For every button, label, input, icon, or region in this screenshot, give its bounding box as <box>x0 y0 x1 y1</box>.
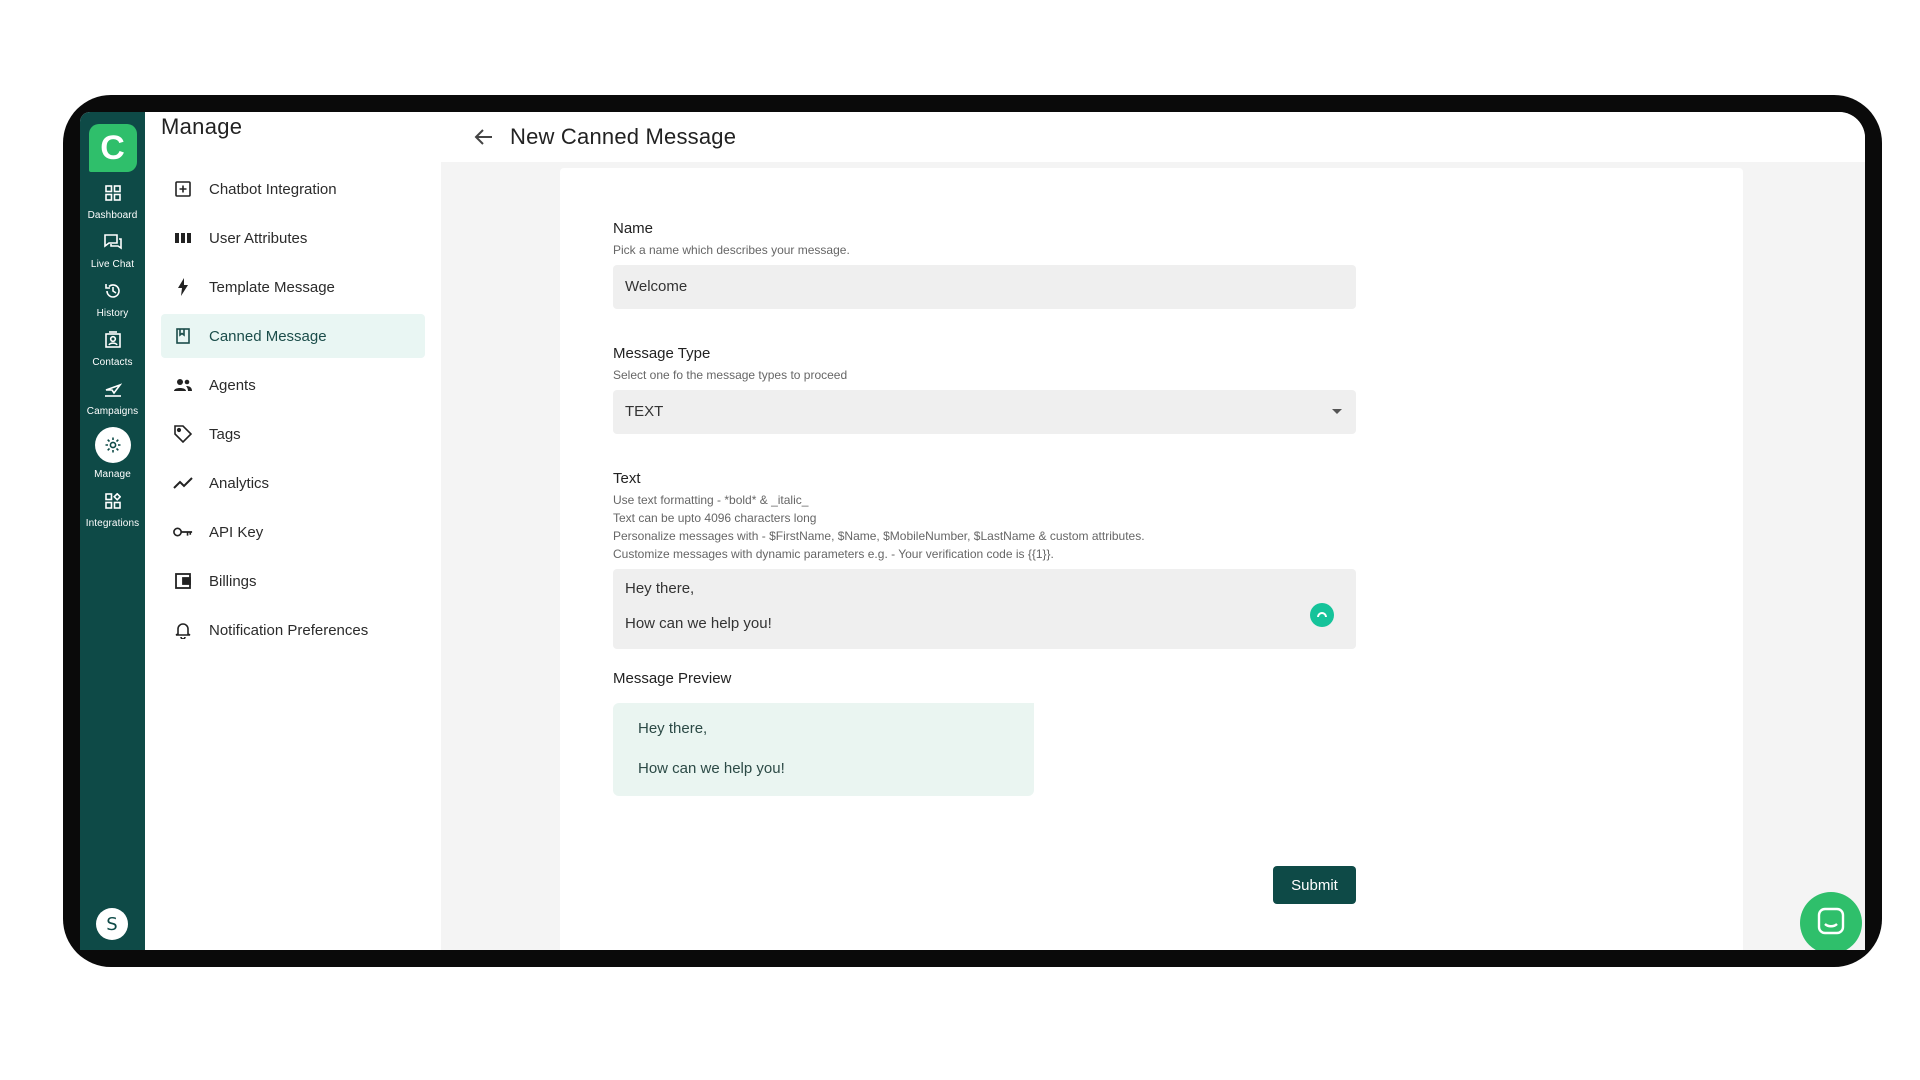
text-help-line: Customize messages with dynamic paramete… <box>613 547 1054 561</box>
icon-rail: C Dashboard Live Chat History Contacts C… <box>80 112 145 950</box>
rail-item-label: Contacts <box>92 357 133 368</box>
rail-item-dashboard[interactable]: Dashboard <box>80 182 145 221</box>
text-help: Use text formatting - *bold* & _italic_ … <box>613 491 1356 563</box>
menu-item-api-key[interactable]: API Key <box>161 510 425 554</box>
menu-item-label: API Key <box>209 523 264 541</box>
name-field: Name Pick a name which describes your me… <box>613 220 1356 309</box>
menu-item-tags[interactable]: Tags <box>161 412 425 456</box>
rail-item-manage[interactable]: Manage <box>80 427 145 480</box>
menu-item-label: Chatbot Integration <box>209 180 337 198</box>
app-logo[interactable]: C <box>88 124 137 172</box>
manage-title: Manage <box>161 114 243 139</box>
menu-item-analytics[interactable]: Analytics <box>161 461 425 505</box>
message-type-help: Select one fo the message types to proce… <box>613 368 848 382</box>
chat-icon <box>1816 906 1846 941</box>
chatbot-icon <box>173 179 193 199</box>
rail-item-campaigns[interactable]: Campaigns <box>80 378 145 417</box>
rail-item-history[interactable]: History <box>80 280 145 319</box>
rail-item-label: History <box>96 308 129 319</box>
history-icon <box>102 280 124 302</box>
text-help-line: Personalize messages with - $FirstName, … <box>613 529 1145 543</box>
rail-item-label: Live Chat <box>90 259 135 270</box>
message-type-select[interactable]: TEXT <box>613 390 1356 434</box>
text-textarea[interactable]: Hey there, How can we help you! <box>613 569 1356 649</box>
gear-icon <box>94 427 131 463</box>
preview-line: How can we help you! <box>638 760 785 777</box>
manage-menu: Chatbot Integration User Attributes Temp… <box>161 167 425 657</box>
menu-item-label: Canned Message <box>209 327 327 345</box>
form-card: Name Pick a name which describes your me… <box>560 168 1743 950</box>
text-label: Text <box>613 470 641 487</box>
menu-item-agents[interactable]: Agents <box>161 363 425 407</box>
rail-item-live-chat[interactable]: Live Chat <box>80 231 145 270</box>
submit-button[interactable]: Submit <box>1273 866 1356 904</box>
bell-icon <box>173 620 193 640</box>
rail-item-label: Integrations <box>85 518 140 529</box>
rail-item-integrations[interactable]: Integrations <box>80 490 145 529</box>
rail-item-contacts[interactable]: Contacts <box>80 329 145 368</box>
menu-item-label: Tags <box>209 425 241 443</box>
tag-icon <box>173 424 193 444</box>
grammar-assistant-icon[interactable] <box>1310 603 1334 627</box>
message-type-value: TEXT <box>625 403 664 420</box>
message-preview: Message Preview Hey there, How can we he… <box>613 670 1034 796</box>
menu-item-chatbot-integration[interactable]: Chatbot Integration <box>161 167 425 211</box>
agents-icon <box>173 375 193 395</box>
user-avatar[interactable]: S <box>96 908 128 940</box>
rail-item-label: Dashboard <box>87 210 138 221</box>
chat-widget-button[interactable] <box>1800 892 1862 950</box>
wallet-icon <box>173 571 193 591</box>
analytics-icon <box>173 473 193 493</box>
key-icon <box>173 522 193 542</box>
dashboard-icon <box>102 182 124 204</box>
menu-item-label: Notification Preferences <box>209 621 369 639</box>
menu-item-billings[interactable]: Billings <box>161 559 425 603</box>
menu-item-notification-preferences[interactable]: Notification Preferences <box>161 608 425 652</box>
rail-item-label: Campaigns <box>86 406 139 417</box>
manage-panel: Manage Chatbot Integration User Attribut… <box>145 112 442 950</box>
name-help: Pick a name which describes your message… <box>613 243 850 257</box>
preview-bubble: Hey there, How can we help you! <box>613 703 1034 796</box>
app-screen: C Dashboard Live Chat History Contacts C… <box>80 112 1865 950</box>
contacts-icon <box>102 329 124 351</box>
message-type-label: Message Type <box>613 345 711 362</box>
name-input[interactable]: Welcome <box>613 265 1356 309</box>
live-chat-icon <box>102 231 124 253</box>
page-title: New Canned Message <box>510 124 737 149</box>
text-help-line: Text can be upto 4096 characters long <box>613 511 817 525</box>
rail-item-label: Manage <box>94 469 131 480</box>
integrations-icon <box>102 490 124 512</box>
bolt-icon <box>173 277 193 297</box>
text-line: Hey there, <box>625 580 695 597</box>
message-type-field: Message Type Select one fo the message t… <box>613 345 1356 434</box>
menu-item-label: Billings <box>209 572 257 590</box>
menu-item-template-message[interactable]: Template Message <box>161 265 425 309</box>
page-header: New Canned Message <box>441 112 1865 162</box>
preview-line: Hey there, <box>638 720 708 737</box>
menu-item-canned-message[interactable]: Canned Message <box>161 314 425 358</box>
menu-item-label: Analytics <box>209 474 270 492</box>
preview-label: Message Preview <box>613 670 732 687</box>
text-help-line: Use text formatting - *bold* & _italic_ <box>613 493 809 507</box>
menu-item-label: Template Message <box>209 278 335 296</box>
bookmark-icon <box>173 326 193 346</box>
name-label: Name <box>613 220 654 237</box>
menu-item-label: Agents <box>209 376 256 394</box>
text-line: How can we help you! <box>625 615 772 632</box>
menu-item-label: User Attributes <box>209 229 308 247</box>
text-field: Text Use text formatting - *bold* & _ita… <box>613 470 1356 649</box>
columns-icon <box>173 228 193 248</box>
campaigns-icon <box>102 378 124 400</box>
back-arrow-icon[interactable] <box>472 125 496 149</box>
chevron-down-icon <box>1332 409 1342 414</box>
menu-item-user-attributes[interactable]: User Attributes <box>161 216 425 260</box>
